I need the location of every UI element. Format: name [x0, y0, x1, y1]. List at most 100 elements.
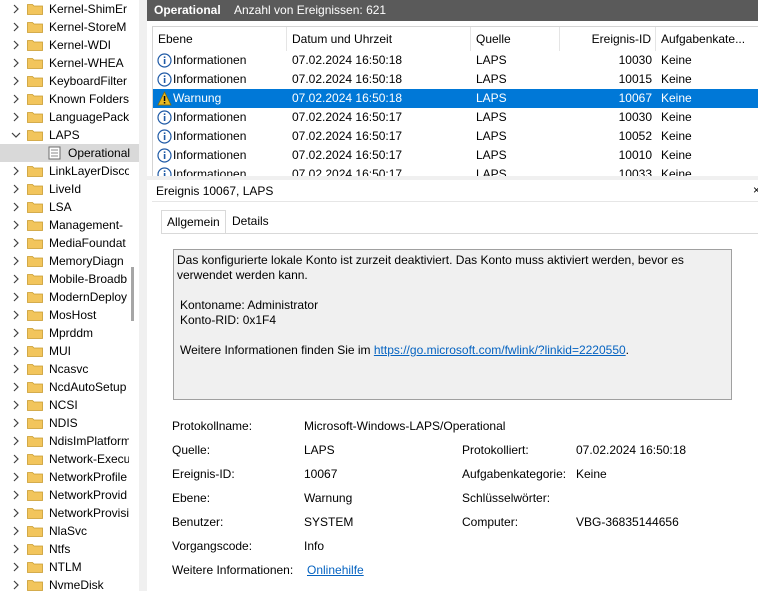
event-row[interactable]: Informationen 07.02.2024 16:50:17 LAPS 1001… [153, 146, 758, 165]
online-help-link[interactable]: Onlinehilfe [307, 563, 364, 577]
chevron-right-icon[interactable] [10, 21, 22, 33]
tree-item-folder[interactable]: NTLM [0, 558, 139, 576]
tab-details[interactable]: Details [227, 210, 274, 232]
tree-item-folder[interactable]: Kernel-ShimEr [0, 0, 139, 18]
chevron-right-icon[interactable] [10, 255, 22, 267]
folder-icon [27, 418, 43, 429]
tree-item-label: Kernel-StoreM [49, 20, 127, 34]
tree-item-label: NlaSvc [49, 524, 88, 538]
event-row[interactable]: Informationen 07.02.2024 16:50:17 LAPS 1005… [153, 127, 758, 146]
tree-item-folder[interactable]: NetworkProvid [0, 486, 139, 504]
tree-item-folder[interactable]: Management- [0, 216, 139, 234]
log-tree[interactable]: Kernel-ShimEr Kernel-StoreM Kernel-WDI Kern… [0, 0, 140, 591]
tree-item-folder[interactable]: Mobile-Broadb [0, 270, 139, 288]
tree-item-folder[interactable]: MediaFoundat [0, 234, 139, 252]
chevron-right-icon[interactable] [10, 57, 22, 69]
chevron-right-icon[interactable] [10, 525, 22, 537]
tree-item-folder[interactable]: NcdAutoSetup [0, 378, 139, 396]
tree-scrollbar-thumb[interactable] [131, 267, 134, 321]
chevron-right-icon[interactable] [10, 345, 22, 357]
chevron-right-icon[interactable] [10, 507, 22, 519]
column-header-source[interactable]: Quelle [471, 27, 560, 51]
chevron-right-icon[interactable] [10, 453, 22, 465]
tree-item-folder[interactable]: Kernel-WHEA [0, 54, 139, 72]
chevron-right-icon[interactable] [10, 93, 22, 105]
tree-item-folder[interactable]: NdisImPlatform [0, 432, 139, 450]
event-row[interactable]: Warnung 07.02.2024 16:50:18 LAPS 10067 Keine [153, 89, 758, 108]
tree-item-label: Mprddm [49, 326, 94, 340]
column-header-event-id[interactable]: Ereignis-ID [560, 27, 656, 51]
chevron-right-icon[interactable] [10, 579, 22, 591]
tree-item-folder[interactable]: LinkLayerDisco [0, 162, 139, 180]
chevron-right-icon[interactable] [10, 183, 22, 195]
tree-item-folder[interactable]: NlaSvc [0, 522, 139, 540]
chevron-right-icon[interactable] [10, 219, 22, 231]
event-detail-header: Ereignis 10067, LAPS × [152, 181, 758, 202]
tree-item-folder[interactable]: NvmeDisk [0, 576, 139, 591]
prop-label-event-id: Ereignis-ID: [172, 467, 235, 481]
tree-item-folder[interactable]: MemoryDiagn [0, 252, 139, 270]
folder-icon [27, 238, 43, 249]
fwlink-link[interactable]: https://go.microsoft.com/fwlink/?linkid=… [374, 343, 626, 357]
tree-item-folder[interactable]: Network-Execu [0, 450, 139, 468]
chevron-right-icon[interactable] [10, 237, 22, 249]
folder-icon [27, 40, 43, 51]
tree-item-folder[interactable]: NDIS [0, 414, 139, 432]
tree-item-folder[interactable]: MUI [0, 342, 139, 360]
tree-item-folder[interactable]: Known Folders [0, 90, 139, 108]
chevron-right-icon[interactable] [10, 309, 22, 321]
chevron-down-icon[interactable] [10, 129, 22, 141]
event-message-box[interactable]: Das konfigurierte lokale Konto ist zurze… [173, 249, 732, 400]
chevron-right-icon[interactable] [10, 201, 22, 213]
tree-item-folder[interactable]: Ntfs [0, 540, 139, 558]
chevron-right-icon[interactable] [10, 327, 22, 339]
chevron-right-icon[interactable] [10, 39, 22, 51]
chevron-right-icon[interactable] [10, 291, 22, 303]
chevron-right-icon[interactable] [10, 363, 22, 375]
tree-item-folder[interactable]: LSA [0, 198, 139, 216]
tree-item-label: NcdAutoSetup [49, 380, 127, 394]
tree-item-folder[interactable]: Kernel-WDI [0, 36, 139, 54]
pane-splitter-horizontal[interactable] [147, 176, 758, 180]
tree-item-folder[interactable]: MosHost [0, 306, 139, 324]
close-icon[interactable]: × [753, 183, 758, 197]
chevron-right-icon[interactable] [10, 561, 22, 573]
tree-item-folder[interactable]: NetworkProfile [0, 468, 139, 486]
chevron-right-icon[interactable] [10, 381, 22, 393]
column-header-task-category[interactable]: Aufgabenkate... [656, 27, 758, 51]
tree-item-folder[interactable]: LanguagePack [0, 108, 139, 126]
chevron-right-icon[interactable] [10, 543, 22, 555]
folder-icon [27, 436, 43, 447]
tree-item-label: Ncasvc [49, 362, 89, 376]
tree-item-folder[interactable]: Kernel-StoreM [0, 18, 139, 36]
chevron-right-icon[interactable] [10, 75, 22, 87]
tree-item-folder[interactable]: LAPS [0, 126, 139, 144]
tree-item-folder[interactable]: KeyboardFilter [0, 72, 139, 90]
tree-item-folder[interactable]: NetworkProvisi [0, 504, 139, 522]
tree-item-folder[interactable]: Mprddm [0, 324, 139, 342]
event-row[interactable]: Informationen 07.02.2024 16:50:17 LAPS 1003… [153, 108, 758, 127]
event-row[interactable]: Informationen 07.02.2024 16:50:18 LAPS 1003… [153, 51, 758, 70]
chevron-right-icon[interactable] [10, 3, 22, 15]
pane-splitter[interactable] [139, 0, 147, 591]
tree-item-log[interactable]: Operational [0, 144, 139, 162]
chevron-right-icon[interactable] [10, 111, 22, 123]
chevron-right-icon[interactable] [10, 489, 22, 501]
column-header-level[interactable]: Ebene [153, 27, 287, 51]
column-header-datetime[interactable]: Datum und Uhrzeit [287, 27, 471, 51]
chevron-right-icon[interactable] [10, 273, 22, 285]
cell-level: Informationen [173, 110, 247, 124]
folder-icon [27, 490, 43, 501]
chevron-right-icon[interactable] [10, 399, 22, 411]
tree-item-folder[interactable]: Ncasvc [0, 360, 139, 378]
tree-item-folder[interactable]: LiveId [0, 180, 139, 198]
tree-item-folder[interactable]: NCSI [0, 396, 139, 414]
tree-item-folder[interactable]: ModernDeploy [0, 288, 139, 306]
chevron-right-icon[interactable] [10, 471, 22, 483]
chevron-right-icon[interactable] [10, 417, 22, 429]
event-row[interactable]: Informationen 07.02.2024 16:50:18 LAPS 1001… [153, 70, 758, 89]
chevron-right-icon[interactable] [10, 165, 22, 177]
chevron-right-icon[interactable] [10, 435, 22, 447]
event-grid[interactable]: Ebene Datum und Uhrzeit Quelle Ereignis-… [152, 26, 758, 177]
tab-general[interactable]: Allgemein [161, 210, 226, 233]
